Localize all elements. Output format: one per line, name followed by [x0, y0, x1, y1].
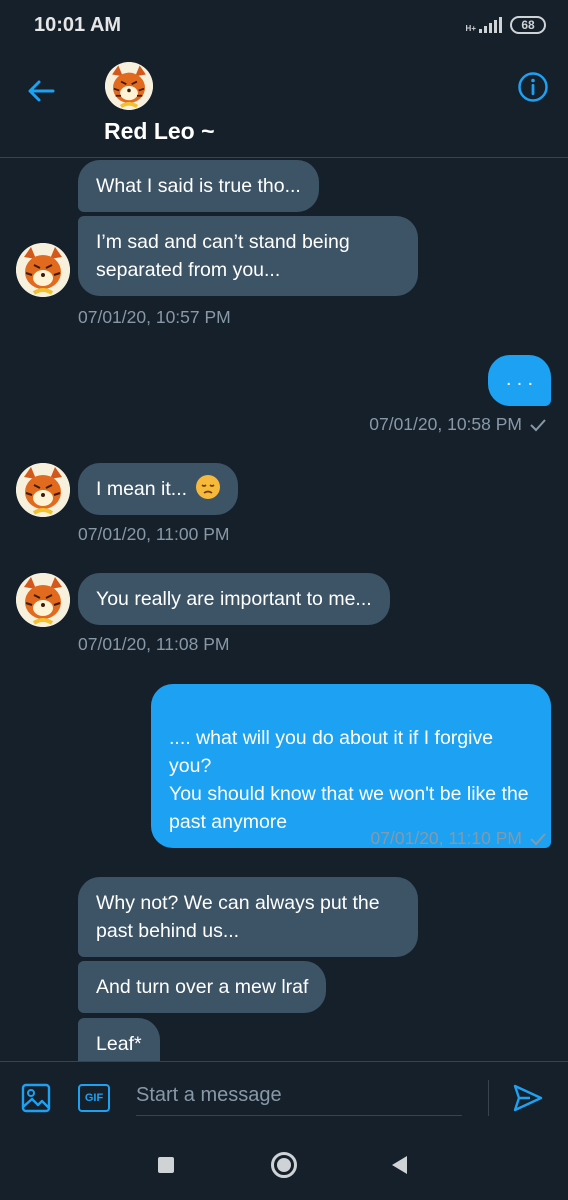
message-bubble[interactable]: Leaf* [78, 1018, 160, 1064]
message-bubble[interactable]: Why not? We can always put the past behi… [78, 877, 418, 957]
message-timestamp-row: 07/01/20, 11:10 PM [371, 828, 546, 849]
message-text: Leaf* [96, 1033, 142, 1055]
message-input[interactable] [136, 1076, 462, 1116]
message-text: And turn over a mew lraf [96, 976, 309, 998]
status-icons: H+ 68 [466, 16, 546, 34]
system-back-button[interactable] [392, 1156, 407, 1174]
signal-icon: H+ [466, 17, 502, 33]
gif-button[interactable]: GIF [78, 1084, 110, 1112]
message-text: You really are important to me... [96, 588, 372, 610]
message-bubble[interactable]: What I said is true tho... [78, 160, 319, 212]
message-text: Why not? We can always put the past behi… [96, 892, 380, 942]
message-timestamp: 07/01/20, 11:10 PM [370, 828, 522, 848]
message-text: .... what will you do about it if I forg… [169, 727, 529, 833]
home-button[interactable] [271, 1152, 297, 1178]
battery-icon: 68 [510, 16, 546, 34]
battery-level: 68 [521, 18, 535, 32]
message-text: I’m sad and can’t stand being separated … [96, 231, 350, 281]
composer-divider [488, 1080, 489, 1116]
send-icon [513, 1084, 543, 1112]
sender-avatar[interactable] [16, 463, 70, 517]
message-timestamp: 07/01/20, 10:58 PM [369, 414, 522, 434]
contact-avatar[interactable] [105, 62, 153, 110]
message-bubble[interactable]: And turn over a mew lraf [78, 961, 327, 1013]
message-timestamp: 07/01/20, 11:08 PM [78, 634, 230, 654]
arrow-left-icon [28, 80, 55, 102]
recent-apps-button[interactable] [158, 1157, 174, 1173]
sender-avatar[interactable] [16, 243, 70, 297]
message-composer: GIF [0, 1061, 568, 1131]
message-bubble[interactable]: .... what will you do about it if I forg… [151, 684, 551, 848]
status-time: 10:01 AM [34, 13, 122, 36]
sender-avatar[interactable] [16, 573, 70, 627]
check-icon [530, 832, 546, 845]
message-text: What I said is true tho... [96, 175, 301, 197]
message-text: I mean it... [96, 478, 188, 500]
check-icon [530, 418, 546, 431]
gif-label: GIF [84, 1092, 104, 1104]
message-bubble[interactable]: You really are important to me... [78, 573, 390, 625]
message-bubble[interactable]: I mean it... [78, 463, 239, 515]
message-timestamp-row: 07/01/20, 10:58 PM [369, 414, 546, 435]
status-bar: 10:01 AM H+ 68 [0, 0, 568, 50]
message-bubble[interactable]: . . . [488, 355, 551, 406]
system-nav-bar [0, 1131, 568, 1200]
message-timestamp: 07/01/20, 11:00 PM [78, 524, 230, 544]
message-timestamp: 07/01/20, 10:57 PM [78, 307, 231, 327]
info-icon [518, 72, 548, 102]
image-icon [21, 1083, 51, 1113]
message-bubble[interactable]: I’m sad and can’t stand being separated … [78, 216, 418, 296]
message-text: . . . [505, 368, 534, 390]
network-type: H+ [465, 24, 476, 33]
disappointed-face-emoji [196, 475, 221, 499]
conversation-header: Red Leo ~ [0, 50, 568, 158]
add-photo-button[interactable] [20, 1082, 52, 1114]
send-button[interactable] [512, 1082, 544, 1114]
contact-name[interactable]: Red Leo ~ [104, 118, 215, 145]
back-button[interactable] [20, 70, 62, 112]
info-button[interactable] [516, 70, 550, 104]
